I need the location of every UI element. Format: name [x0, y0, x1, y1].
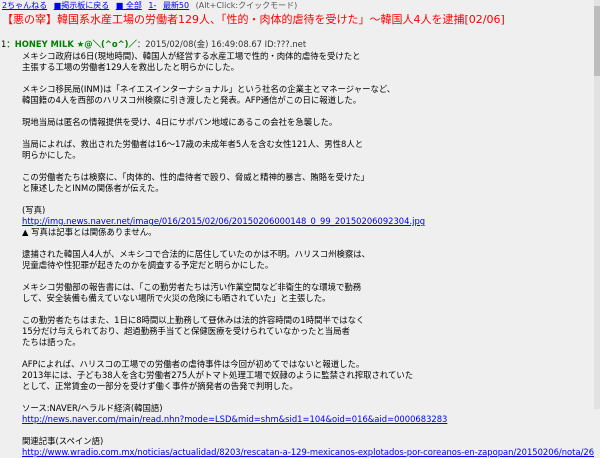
- scrollbar-thumb[interactable]: [594, 6, 600, 76]
- post-line: この労働者たちは検察に、「肉体的、性的虐待者で殴り、脅威と精神的暴言、賄賂を受け…: [22, 172, 369, 182]
- post-line: [22, 161, 594, 172]
- post-line: して、安全装備も備えていない場所で火災の危険にも晒されていた」と主張した。: [22, 293, 331, 303]
- scrollbar[interactable]: [594, 0, 600, 409]
- post-line: メキシコ移民局(INM)は「ネイエスインターナショナル」という社名の企業主とマネ…: [22, 84, 396, 94]
- post-line: 主張する工場の労働者129人を救出したと明らかにした。: [22, 62, 239, 72]
- post-line: [22, 238, 594, 249]
- top-navigation: 2ちゃんねる ■掲示板に戻る ■ 全部 1- 最新50 (Alt+Click:ク…: [0, 0, 600, 11]
- site-link[interactable]: 2ちゃんねる: [2, 1, 47, 10]
- post-line: 当局によれば、救出された労働者は16～17歳の未成年者5人を含む女性121人、男…: [22, 139, 364, 149]
- post-line: 関連記事(スペイン語): [22, 436, 104, 446]
- post-line: ▲ 写真は記事とは関係ありません。: [22, 227, 157, 237]
- post-meta: ：2015/02/08(金) 16:49:08.67 ID:???.net: [136, 39, 307, 49]
- post-line: たちは語った。: [22, 337, 81, 347]
- post-line: [22, 194, 594, 205]
- post-line: と陳述したとINMの関係者が伝えた。: [22, 183, 164, 193]
- post-line: として、正常賃金の一部分を受けず働く事件が摘発者の告発で判明した。: [22, 381, 298, 391]
- all-posts-link[interactable]: ■ 全部: [116, 1, 142, 10]
- post-line: [22, 348, 594, 359]
- post-line: (写真): [22, 205, 46, 215]
- post-line: メキシコ労働部の報告書には、「この勤労者たちは汚い作業空間など非衛生的な環境で勤…: [22, 282, 362, 292]
- post-line: 2013年には、子ども38人を含む労働者275人がトマト処理工場で奴隷のように監…: [22, 370, 414, 380]
- post-header: 1：HONEY MILK ★@＼(^o^)／：2015/02/08(金) 16:…: [0, 39, 600, 51]
- post-line: [22, 392, 594, 403]
- post-line: [22, 106, 594, 117]
- post-line: 明らかにした。: [22, 150, 81, 160]
- post-line: この勤労者たちはまた、1日に8時間以上勤務して昼休みは法的許容時間の1時間半では…: [22, 315, 365, 325]
- source-link[interactable]: http://news.naver.com/main/read.nhn?mode…: [22, 414, 594, 425]
- post-line: [22, 425, 594, 436]
- post-line: メキシコ政府は6日(現地時間)、韓国人が経営する水産工場で性的・肉体的虐待を受け…: [22, 51, 361, 61]
- post-line: 15分だけ与えられており、超過勤務手当てと保健医療を受けられていなかったと当局者: [22, 326, 350, 336]
- post: 1：HONEY MILK ★@＼(^o^)／：2015/02/08(金) 16:…: [0, 39, 600, 457]
- related-article-link[interactable]: http://www.wradio.com.mx/noticias/actual…: [22, 447, 594, 458]
- post-line: 児童虐待や性犯罪が起きたのかを調査する予定だと明らかにした。: [22, 260, 274, 270]
- photo-link[interactable]: http://img.news.naver.net/image/016/2015…: [22, 216, 594, 227]
- post-line: [22, 271, 594, 282]
- first-posts-link[interactable]: 1-: [148, 1, 156, 10]
- post-line: [22, 304, 594, 315]
- latest-posts-link[interactable]: 最新50: [163, 1, 189, 10]
- board-link[interactable]: ■掲示板に戻る: [54, 1, 110, 10]
- post-line: 逮捕された韓国人4人が、メキシコで合法的に居住していたのかは不明。ハリスコ州検察…: [22, 249, 370, 259]
- post-line: [22, 73, 594, 84]
- thread-title: 【悪の宰】韓国系水産工場の労働者129人、「性的・肉体的虐待を受けた」～韓国人4…: [2, 13, 505, 26]
- post-body: メキシコ政府は6日(現地時間)、韓国人が経営する水産工場で性的・肉体的虐待を受け…: [22, 51, 594, 458]
- post-line: 韓国籍の4人を西部のハリスコ州検察に引き渡したと発表。AFP通信がこの日に報道し…: [22, 95, 362, 105]
- post-line: AFPによれば、ハリスコの工場での労働者の虐待事件は今回が初めてではないと報道し…: [22, 359, 365, 369]
- poster-name: ：HONEY MILK ★@＼(^o^)／: [6, 39, 137, 49]
- post-line: [22, 128, 594, 139]
- quick-mode-hint: (Alt+Click:クイックモード): [195, 1, 298, 10]
- post-line: 現地当局は匿名の情報提供を受け、4日にサポパン地域にあるこの会社を急襲した。: [22, 117, 338, 127]
